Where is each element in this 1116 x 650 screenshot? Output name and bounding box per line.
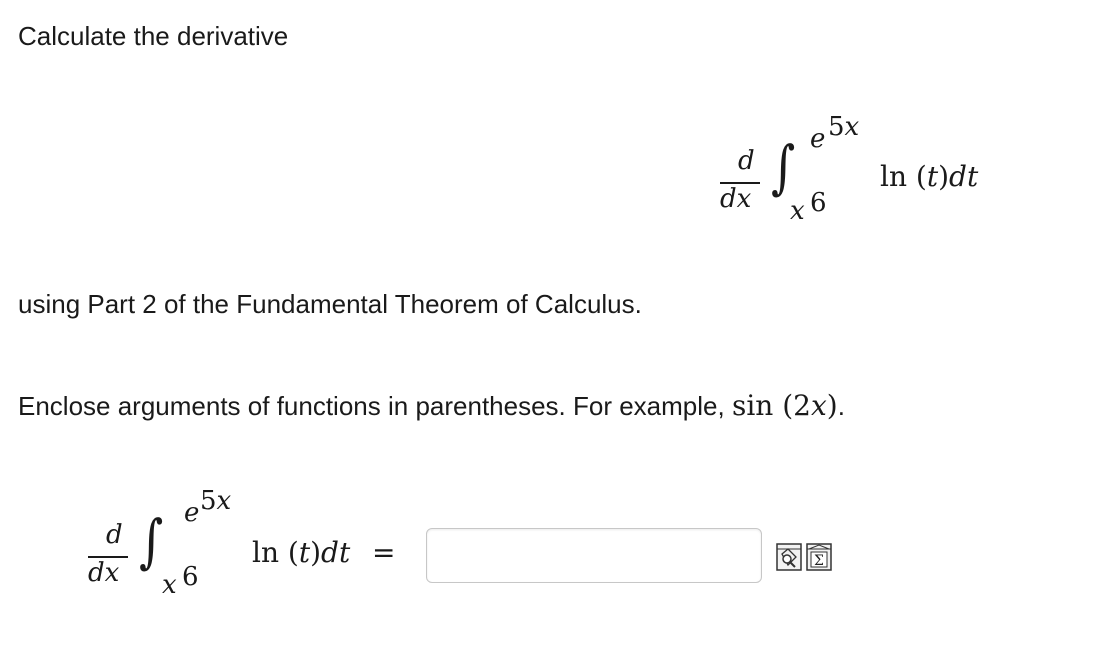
question-intro: Calculate the derivative	[18, 21, 289, 51]
answer-integral-sign: ∫	[139, 507, 164, 575]
denominator-dx: dx	[720, 184, 752, 214]
upper-limit-exponent: 5x	[828, 112, 860, 142]
equation-editor-icon[interactable]: Σ	[806, 543, 832, 571]
hint-period: .	[837, 391, 845, 421]
display-expression: d dx ∫ e 5x x 6 ln (t)dt	[714, 112, 1014, 232]
question-method: using Part 2 of the Fundamental Theorem …	[18, 289, 642, 319]
answer-numerator-d: d	[106, 520, 123, 550]
answer-upper-limit-base: e	[184, 498, 200, 528]
lower-limit-base: x	[790, 196, 805, 226]
lower-limit-exponent: 6	[810, 188, 827, 218]
hint-example: sin (2x)	[731, 389, 838, 422]
integrand: ln (t)dt	[880, 160, 979, 193]
answer-upper-limit-exponent: 5x	[200, 486, 232, 516]
answer-lower-limit-exponent: 6	[182, 562, 199, 592]
hint-text: Enclose arguments of functions in parent…	[18, 391, 725, 421]
preview-icon[interactable]	[776, 543, 802, 571]
answer-integrand: ln (t)dt	[252, 536, 351, 569]
integral-sign: ∫	[771, 133, 796, 201]
sigma-glyph: Σ	[814, 553, 824, 569]
answer-lower-limit-base: x	[162, 570, 177, 600]
formatting-hint: Enclose arguments of functions in parent…	[18, 390, 845, 422]
upper-limit-base: e	[810, 124, 826, 154]
equals-sign: =	[372, 536, 396, 569]
answer-denominator-dx: dx	[88, 558, 120, 588]
answer-input[interactable]	[426, 528, 762, 583]
numerator-d: d	[738, 146, 755, 176]
answer-expression: d dx ∫ e 5x x 6 ln (t)dt =	[88, 480, 408, 600]
